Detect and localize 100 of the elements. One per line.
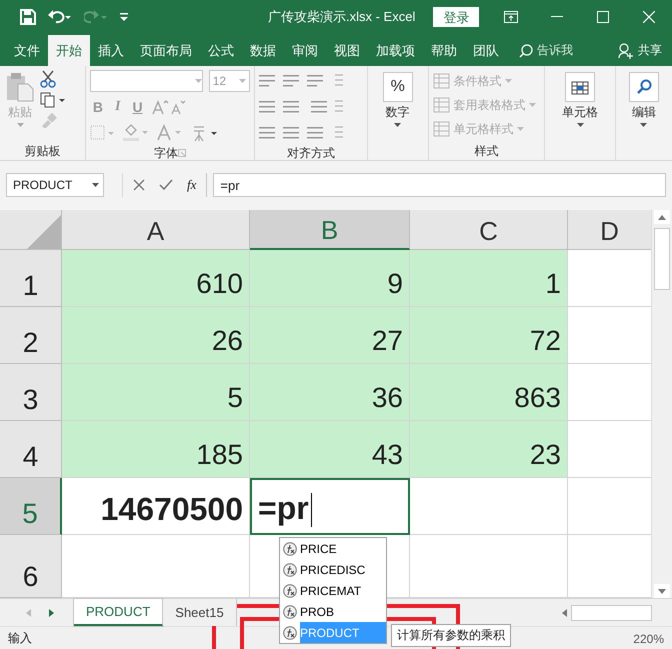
- editing-button[interactable]: 编辑: [626, 70, 661, 129]
- status-mode: 输入: [8, 630, 32, 647]
- search-icon: [519, 44, 533, 58]
- table-cell: 36: [250, 364, 410, 421]
- caret-icon: [92, 183, 99, 187]
- scissors-icon[interactable]: [40, 70, 56, 88]
- table-cell: 43: [250, 421, 410, 478]
- row-header[interactable]: 4: [0, 421, 62, 478]
- grow-font-icon[interactable]: [152, 99, 186, 115]
- table-cell: 1: [410, 250, 568, 307]
- caret-icon: [16, 123, 24, 127]
- ribbon-tab[interactable]: 帮助: [423, 35, 465, 66]
- table-cell: 26: [62, 307, 250, 364]
- table-cell: 185: [62, 421, 250, 478]
- column-header[interactable]: B: [250, 210, 410, 250]
- caret-icon: [394, 123, 402, 127]
- table-style-icon: [432, 121, 451, 137]
- name-box[interactable]: PRODUCT: [6, 173, 104, 197]
- formula-field[interactable]: =pr: [213, 173, 666, 197]
- ribbon-tab[interactable]: 插入: [90, 35, 132, 66]
- down-arrow-icon: [658, 588, 666, 594]
- scroll-up-button[interactable]: [654, 210, 670, 224]
- row-header[interactable]: 2: [0, 307, 62, 364]
- function-tooltip: 计算所有参数的乘积: [391, 624, 511, 647]
- row-header[interactable]: 3: [0, 364, 62, 421]
- group-label: 剪贴板: [23, 143, 62, 160]
- scrollbar-thumb[interactable]: [654, 228, 670, 290]
- group-label: 字体: [90, 144, 250, 162]
- ribbon-options-icon: [504, 11, 518, 23]
- group-label: 对齐方式: [286, 145, 336, 162]
- close-icon: [643, 11, 655, 23]
- percent-icon: %: [382, 72, 413, 102]
- ribbon-tab[interactable]: 视图: [326, 35, 368, 66]
- function-icon: [283, 604, 297, 618]
- fill-color-icon[interactable]: [122, 124, 150, 142]
- copy-icon[interactable]: [40, 92, 66, 108]
- cells-button[interactable]: 单元格: [560, 70, 600, 129]
- clipboard-icon: [6, 72, 34, 102]
- ribbon-tab[interactable]: 开始: [48, 35, 90, 66]
- caret-icon: [516, 127, 524, 131]
- table-cell: 72: [410, 307, 568, 364]
- ribbon-tab[interactable]: 文件: [6, 35, 48, 66]
- caret-icon: [576, 123, 584, 127]
- tell-me-search[interactable]: 告诉我: [513, 35, 579, 66]
- table-cell: 23: [410, 421, 568, 478]
- table-cell: 9: [250, 250, 410, 307]
- ribbon-tab[interactable]: 页面布局: [132, 35, 200, 66]
- function-icon: [283, 542, 297, 556]
- customize-icon[interactable]: [120, 12, 128, 22]
- minimize-icon: [551, 16, 563, 18]
- column-header[interactable]: C: [410, 210, 568, 250]
- scrollbar-thumb[interactable]: [571, 604, 652, 620]
- caret-icon: [504, 79, 512, 83]
- window-title: 广传攻柴演示.xlsx - Excel: [268, 8, 416, 26]
- column-header[interactable]: A: [62, 210, 250, 250]
- row-header[interactable]: 6: [0, 535, 62, 598]
- table-cell: 5: [62, 364, 250, 421]
- search-icon: [628, 72, 659, 102]
- ribbon-tab[interactable]: 加载项: [368, 35, 423, 66]
- share-button[interactable]: 共享: [612, 35, 672, 66]
- function-icon: [283, 584, 297, 598]
- insert-function-button[interactable]: fx: [187, 177, 196, 193]
- column-header[interactable]: D: [568, 210, 652, 250]
- function-icon: [283, 626, 297, 640]
- zoom-level[interactable]: 220%: [633, 632, 664, 646]
- row-header[interactable]: 1: [0, 250, 62, 307]
- ribbon-tab[interactable]: 公式: [200, 35, 242, 66]
- cancel-icon: [133, 179, 145, 191]
- left-arrow-icon: [562, 608, 567, 616]
- ribbon-tab[interactable]: 数据: [242, 35, 284, 66]
- enter-icon: [159, 179, 173, 191]
- number-format-button[interactable]: % 数字: [380, 70, 415, 129]
- scroll-down-button[interactable]: [654, 584, 670, 598]
- row-header[interactable]: 5: [0, 478, 62, 535]
- function-suggestion[interactable]: PRODUCT: [280, 622, 386, 643]
- sheet-tab[interactable]: Sheet15: [163, 599, 237, 626]
- function-icon: [283, 562, 297, 576]
- sign-in-button[interactable]: 登录: [433, 7, 480, 27]
- redo-icon[interactable]: [84, 9, 108, 25]
- font-name-field[interactable]: [90, 70, 203, 92]
- table-cell: 610: [62, 250, 250, 307]
- font-color-icon[interactable]: [156, 124, 184, 142]
- table-style-icon: [432, 73, 451, 89]
- save-icon[interactable]: [20, 9, 36, 25]
- ribbon-tab[interactable]: 团队: [465, 35, 507, 66]
- ribbon-tab[interactable]: 审阅: [284, 35, 326, 66]
- dialog-launcher-icon: [178, 149, 186, 157]
- table-cell: 14670500: [62, 478, 250, 535]
- previous-sheet-icon: [26, 608, 31, 616]
- border-icon[interactable]: [90, 125, 116, 141]
- caret-icon: [640, 123, 648, 127]
- sheet-tab[interactable]: PRODUCT: [74, 599, 164, 626]
- up-arrow-icon: [658, 214, 666, 220]
- person-add-icon: [618, 42, 634, 58]
- caret-icon: [238, 79, 246, 83]
- cell-editor[interactable]: =pr: [250, 478, 410, 535]
- group-label: 样式: [474, 143, 500, 160]
- undo-icon[interactable]: [48, 9, 72, 25]
- next-sheet-icon: [49, 608, 54, 616]
- table-style-icon: [432, 97, 451, 113]
